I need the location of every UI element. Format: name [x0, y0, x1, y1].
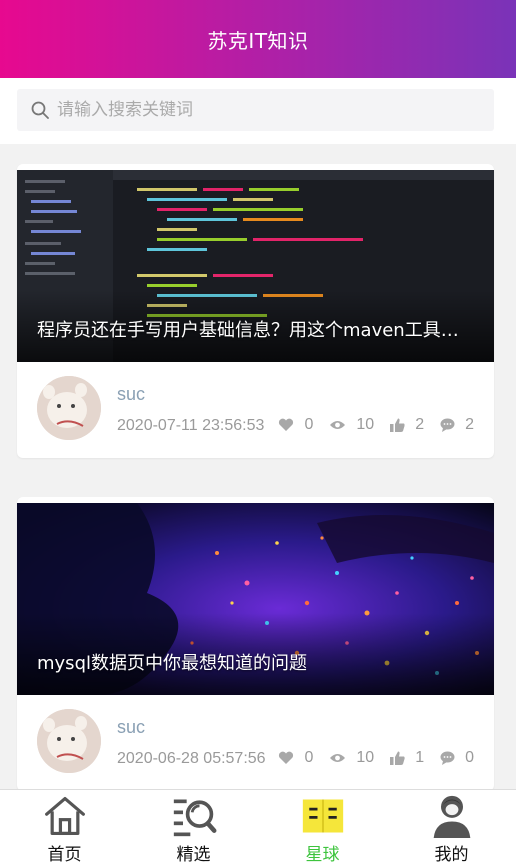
article-title[interactable]: 程序员还在手写用户基础信息？用这个maven工具…: [37, 316, 474, 342]
search-input[interactable]: [57, 100, 457, 120]
likes-stat[interactable]: 0: [278, 416, 313, 434]
article-title[interactable]: mysql数据页中你最想知道的问题: [37, 649, 474, 675]
search-list-icon: [173, 799, 216, 837]
thumbs-count: 1: [415, 749, 425, 766]
thumbs-stat[interactable]: 2: [390, 416, 424, 434]
article-cover-image[interactable]: mysql数据页中你最想知道的问题: [17, 503, 494, 695]
thumbs-up-icon: [390, 418, 405, 432]
tab-mine-label: 我的: [434, 845, 469, 865]
thumbs-count: 2: [415, 416, 425, 433]
heart-icon: [279, 751, 294, 764]
eye-icon: [330, 421, 346, 429]
views-stat: 10: [329, 416, 374, 434]
app-header: 苏克IT知识: [0, 0, 516, 78]
publish-date: 2020-06-28 05:57:56: [117, 750, 266, 767]
tab-mine[interactable]: 我的: [387, 790, 516, 865]
profile-icon: [433, 795, 470, 838]
page-title: 苏克IT知识: [207, 28, 309, 53]
search-bar: [0, 78, 516, 144]
tab-planet[interactable]: 星球: [258, 790, 387, 865]
views-count: 10: [356, 749, 375, 766]
thumbs-up-icon: [390, 751, 405, 765]
comment-icon: [440, 751, 455, 765]
author-name[interactable]: suc: [117, 717, 145, 738]
eye-icon: [330, 754, 346, 762]
article-card[interactable]: mysql数据页中你最想知道的问题 suc 2020-06-28 05:57:5…: [17, 497, 494, 791]
comments-count: 2: [465, 416, 474, 433]
tab-home[interactable]: 首页: [0, 790, 129, 865]
comment-icon: [440, 418, 455, 432]
tab-featured-label: 精选: [176, 845, 211, 865]
comments-stat[interactable]: 0: [440, 749, 474, 767]
search-icon: [31, 101, 49, 119]
article-stats: 0 10 1 0: [262, 749, 474, 767]
heart-icon: [279, 418, 294, 431]
book-icon: [302, 799, 343, 833]
publish-date: 2020-07-11 23:56:53: [117, 417, 265, 434]
author-name[interactable]: suc: [117, 384, 145, 405]
tab-planet-label: 星球: [305, 845, 340, 865]
article-meta: suc 2020-07-11 23:56:53 0 10 2 2: [17, 362, 494, 458]
avatar: [37, 376, 101, 440]
bottom-tab-bar: 首页 精选 星球 我的: [0, 789, 516, 865]
article-meta: suc 2020-06-28 05:57:56 0 10 1 0: [17, 695, 494, 791]
article-card[interactable]: 程序员还在手写用户基础信息？用这个maven工具… suc 2020-07-11…: [17, 164, 494, 458]
article-stats: 0 10 2 2: [262, 416, 474, 434]
views-count: 10: [356, 416, 375, 433]
views-stat: 10: [329, 749, 374, 767]
comments-count: 0: [465, 749, 474, 766]
search-box[interactable]: [17, 89, 494, 131]
avatar: [37, 709, 101, 773]
thumbs-stat[interactable]: 1: [390, 749, 424, 767]
likes-stat[interactable]: 0: [278, 749, 313, 767]
likes-count: 0: [304, 416, 314, 433]
home-icon: [44, 796, 85, 836]
tab-home-label: 首页: [47, 845, 82, 865]
likes-count: 0: [304, 749, 314, 766]
tab-featured[interactable]: 精选: [129, 790, 258, 865]
article-cover-image[interactable]: 程序员还在手写用户基础信息？用这个maven工具…: [17, 170, 494, 362]
comments-stat[interactable]: 2: [440, 416, 474, 434]
